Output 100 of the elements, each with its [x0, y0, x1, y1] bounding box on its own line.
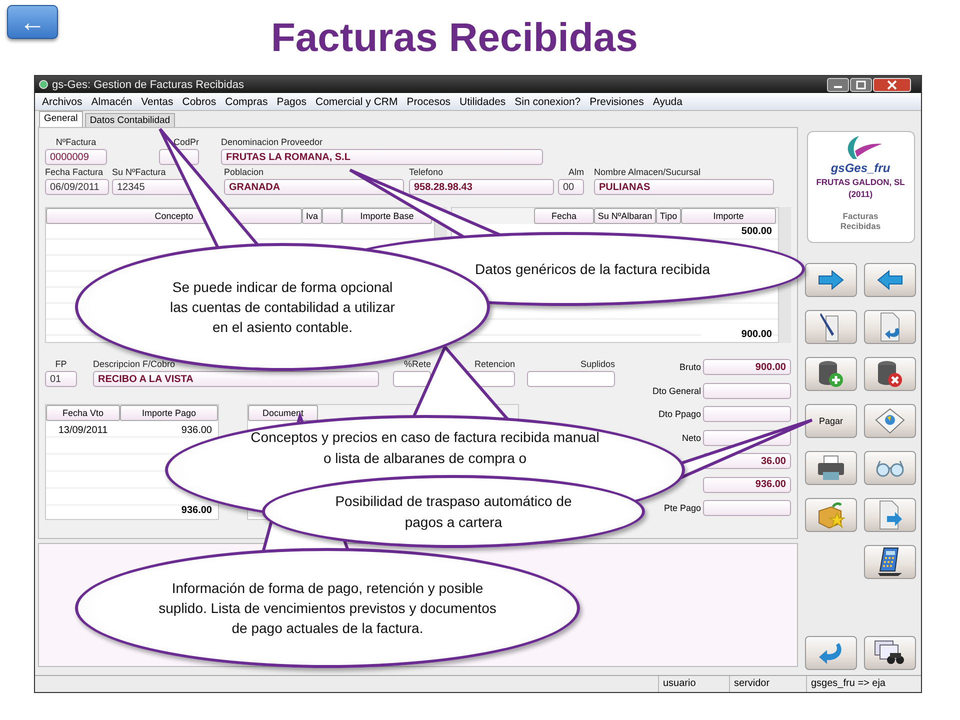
slide-title: Facturas Recibidas — [271, 16, 638, 61]
box-star-icon — [817, 501, 845, 529]
field-label: Pte Pago — [664, 503, 701, 513]
menu-item[interactable]: Almacén — [91, 96, 132, 108]
menu-item[interactable]: Compras — [225, 96, 268, 108]
menu-item[interactable]: Previsiones — [590, 96, 644, 108]
glasses-icon — [875, 459, 905, 477]
tab[interactable]: General — [39, 111, 83, 127]
table-cell-text: 936.00 — [180, 424, 212, 436]
field-label: FP — [54, 359, 68, 371]
input-field[interactable]: 958.28.98.43 — [409, 179, 554, 195]
document-arrow-icon — [877, 500, 903, 530]
menu-item[interactable]: Pagos — [276, 96, 306, 108]
menu-item[interactable]: Cobros — [182, 96, 216, 108]
table-cell-text: 13/09/2011 — [57, 424, 109, 436]
input-field[interactable]: 936.00 — [703, 476, 791, 492]
input-field[interactable]: PULIANAS — [594, 179, 774, 195]
field-label: %Rete — [402, 359, 431, 371]
minimize-icon[interactable] — [827, 78, 849, 92]
input-field[interactable]: 900.00 — [703, 359, 791, 375]
field-label: Denominacion Proveedor — [221, 137, 324, 149]
menu-item[interactable]: Utilidades — [460, 96, 506, 108]
printer-button[interactable] — [805, 451, 857, 485]
db-add-button[interactable] — [805, 357, 857, 391]
column-header[interactable]: Fecha — [534, 208, 594, 224]
database-delete-icon — [877, 360, 903, 388]
document-arrow-icon — [878, 312, 902, 342]
input-field[interactable] — [703, 382, 791, 398]
column-header[interactable]: Importe Base — [342, 208, 432, 224]
menu-item[interactable]: Ventas — [141, 96, 174, 108]
column-header[interactable]: Document — [248, 405, 318, 421]
input-field[interactable]: FRUTAS LA ROMANA, S.L — [221, 149, 543, 165]
input-field[interactable] — [527, 371, 615, 387]
arrow-left-icon — [877, 270, 903, 290]
field-label: Alm — [568, 167, 584, 179]
column-header[interactable]: Importe Pago — [120, 405, 218, 421]
db-del-button[interactable] — [864, 357, 916, 391]
field-label: Retencion — [473, 359, 515, 371]
database-add-icon — [818, 360, 844, 388]
arrow-right-icon — [818, 270, 844, 290]
input-field[interactable] — [393, 371, 431, 387]
column-header[interactable]: Tipo — [656, 208, 681, 224]
doc-export-button[interactable] — [864, 498, 916, 532]
menu-item[interactable]: Sin conexion? — [514, 96, 581, 108]
table-total: 936.00 — [181, 505, 212, 516]
field-label: CodPr — [172, 137, 199, 149]
column-header[interactable]: Fecha Vto — [46, 405, 120, 421]
arrow-right-button[interactable] — [805, 263, 857, 297]
menu-item[interactable]: Archivos — [42, 96, 82, 108]
close-icon[interactable] — [873, 78, 911, 92]
field-label: Fecha Factura — [45, 167, 104, 179]
input-field[interactable]: GRANADA — [224, 179, 404, 195]
logo-text: gsGes_fru — [830, 161, 890, 175]
pen-button[interactable] — [805, 310, 857, 344]
company-name: FRUTAS GALDON, SL — [816, 177, 905, 187]
status-text: usuario — [658, 676, 729, 692]
input-field[interactable]: 06/09/2011 — [45, 179, 109, 195]
field-label: Telefono — [409, 167, 444, 179]
undo-button[interactable] — [805, 636, 857, 670]
tab[interactable]: Datos Contabilidad — [84, 113, 176, 127]
doc-back-button[interactable] — [864, 310, 916, 344]
app-icon — [39, 80, 48, 89]
input-field[interactable] — [703, 406, 791, 422]
input-field[interactable]: 00 — [558, 179, 584, 195]
field-label: Dto General — [652, 386, 701, 396]
module-name: Facturas Recibidas — [839, 211, 882, 231]
field-label: Descripcion F/Cobro — [93, 359, 176, 371]
column-header[interactable]: Su NºAlbaran — [594, 208, 656, 224]
field-label: Poblacion — [224, 167, 265, 179]
arrow-left-button[interactable] — [864, 263, 916, 297]
document-globe-icon — [875, 408, 905, 434]
glasses-button[interactable] — [864, 451, 916, 485]
field-label: Bruto — [679, 362, 701, 372]
window-title: gs-Ges: Gestion de Facturas Recibidas — [52, 78, 245, 90]
box-star-button[interactable] — [805, 498, 857, 532]
printer-icon — [817, 455, 845, 481]
input-field[interactable]: 0000009 — [45, 149, 107, 165]
field-label: Suplidos — [579, 359, 615, 371]
table-total: 900.00 — [701, 329, 772, 340]
input-field[interactable]: RECIBO A LA VISTA — [93, 371, 379, 387]
input-field[interactable] — [703, 500, 791, 516]
field-label: NºFactura — [54, 137, 98, 149]
binoculars-button[interactable] — [864, 636, 916, 670]
column-header[interactable]: Importe — [681, 208, 776, 224]
calculator-icon — [876, 547, 904, 577]
field-label: Neto — [682, 432, 701, 442]
menu-item[interactable]: Procesos — [406, 96, 451, 108]
column-header[interactable]: Iva — [302, 208, 322, 224]
pay-button[interactable]: Pagar — [805, 404, 857, 438]
company-year: (2011) — [848, 189, 873, 199]
input-field[interactable]: 01 — [45, 371, 77, 387]
menu-item[interactable]: Comercial y CRM — [316, 96, 398, 108]
menu-item[interactable]: Ayuda — [652, 96, 682, 108]
field-label: Dto Ppago — [658, 409, 701, 419]
field-label: Su NºFactura — [112, 167, 167, 179]
maximize-icon[interactable] — [850, 78, 872, 92]
status-text: servidor — [729, 676, 806, 692]
status-text: gsges_fru => eja — [806, 676, 921, 692]
globe-doc-button[interactable] — [864, 404, 916, 438]
calculator-button[interactable] — [864, 545, 916, 579]
